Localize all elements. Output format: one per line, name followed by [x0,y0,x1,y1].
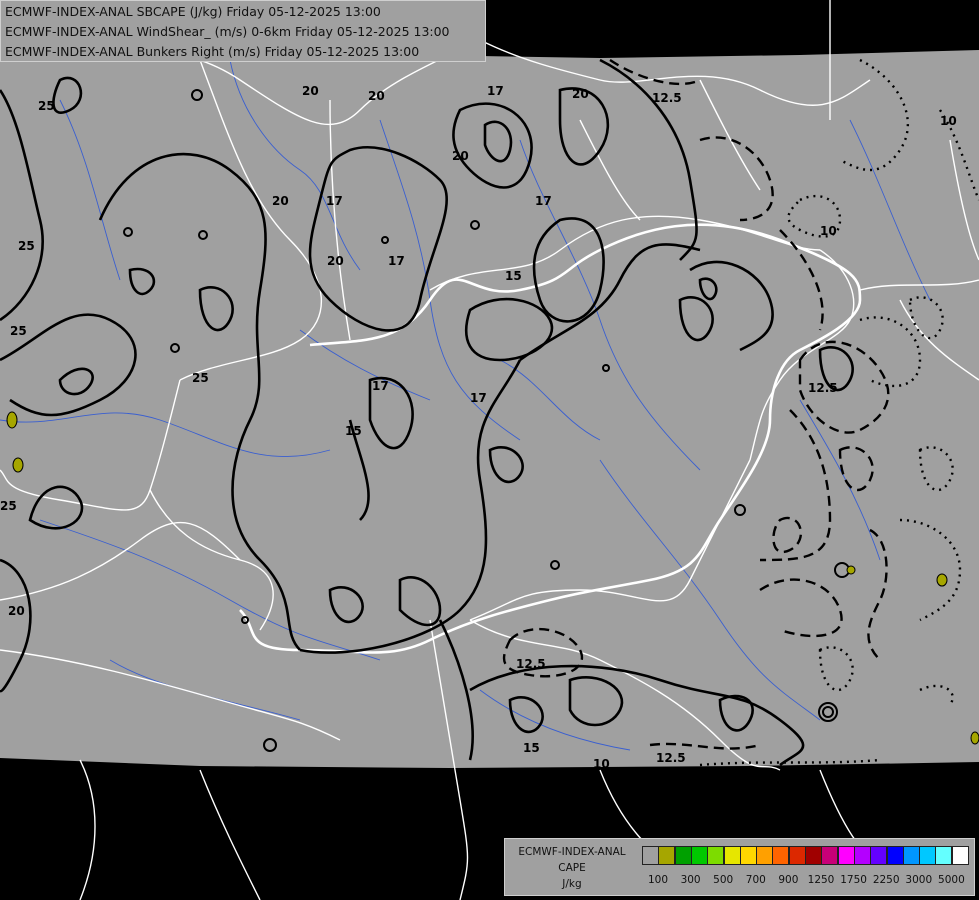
legend-tick-label: 700 [745,874,766,886]
svg-text:20: 20 [572,87,589,101]
legend-swatch [805,846,822,865]
legend-swatch [870,846,888,865]
map-header: ECMWF-INDEX-ANAL SBCAPE (J/kg) Friday 05… [0,0,486,62]
svg-text:10: 10 [820,224,837,238]
svg-text:17: 17 [388,254,405,268]
legend-tick-label: 500 [713,874,734,886]
title-line-3: ECMWF-INDEX-ANAL Bunkers Right (m/s) Fri… [5,44,420,59]
legend-tick-label: 1250 [807,874,835,886]
legend-tick-label: 5000 [938,874,965,886]
svg-text:25: 25 [18,239,35,253]
svg-text:20: 20 [8,604,25,618]
svg-text:25: 25 [38,99,55,113]
svg-text:12.5: 12.5 [516,657,546,671]
svg-text:15: 15 [505,269,522,283]
legend-swatch [821,846,839,865]
legend-swatch [788,846,806,865]
svg-text:20: 20 [327,254,344,268]
weather-map: 25 25 20 20 20 17 17 17 17 17 15 15 15 2… [0,0,979,900]
legend-tick-label: 3000 [905,874,933,886]
legend-swatch [837,846,855,865]
legend-swatch [772,846,790,865]
svg-text:20: 20 [452,149,469,163]
legend-swatch [642,846,659,865]
svg-text:25: 25 [192,371,209,385]
legend-title: ECMWF-INDEX-ANAL [518,846,626,858]
legend-swatch [902,846,920,865]
legend-tick-label: 300 [680,874,701,886]
svg-text:17: 17 [326,194,343,208]
legend-variable: CAPE [558,862,586,874]
svg-text:12.5: 12.5 [656,751,686,765]
legend-swatch [853,846,871,865]
svg-text:25: 25 [0,499,17,513]
legend-unit: J/kg [562,878,582,890]
legend-swatch [739,846,757,865]
legend-swatch [935,846,953,865]
legend-swatch [690,846,708,865]
legend-tick-label: 900 [778,874,799,886]
legend-swatch [886,846,904,865]
svg-text:12.5: 12.5 [652,91,682,105]
svg-text:15: 15 [345,424,362,438]
title-line-1: ECMWF-INDEX-ANAL SBCAPE (J/kg) Friday 05… [5,4,381,19]
svg-text:10: 10 [940,114,957,128]
svg-text:17: 17 [372,379,389,393]
svg-text:10: 10 [593,757,610,771]
legend-tick-label: 2250 [872,874,900,886]
svg-text:12.5: 12.5 [808,381,838,395]
legend-swatch [674,846,692,865]
legend-tick-label: 100 [647,874,669,886]
svg-text:20: 20 [302,84,319,98]
svg-text:25: 25 [10,324,27,338]
legend-swatch [707,846,725,865]
legend-swatch [951,846,969,865]
svg-text:17: 17 [487,84,504,98]
svg-text:17: 17 [470,391,487,405]
legend-tick-label: 1750 [840,874,867,886]
legend-swatch [919,846,937,865]
legend-swatch [756,846,774,865]
svg-text:15: 15 [523,741,540,755]
legend-swatch [723,846,741,865]
color-legend: ECMWF-INDEX-ANAL CAPE J/kg 100 300 500 700 9… [504,838,975,896]
title-line-2: ECMWF-INDEX-ANAL WindShear_ (m/s) 0-6km … [5,24,450,39]
map-domain [0,40,979,768]
legend-swatch [658,846,676,865]
svg-text:20: 20 [272,194,289,208]
svg-text:20: 20 [368,89,385,103]
svg-text:17: 17 [535,194,552,208]
